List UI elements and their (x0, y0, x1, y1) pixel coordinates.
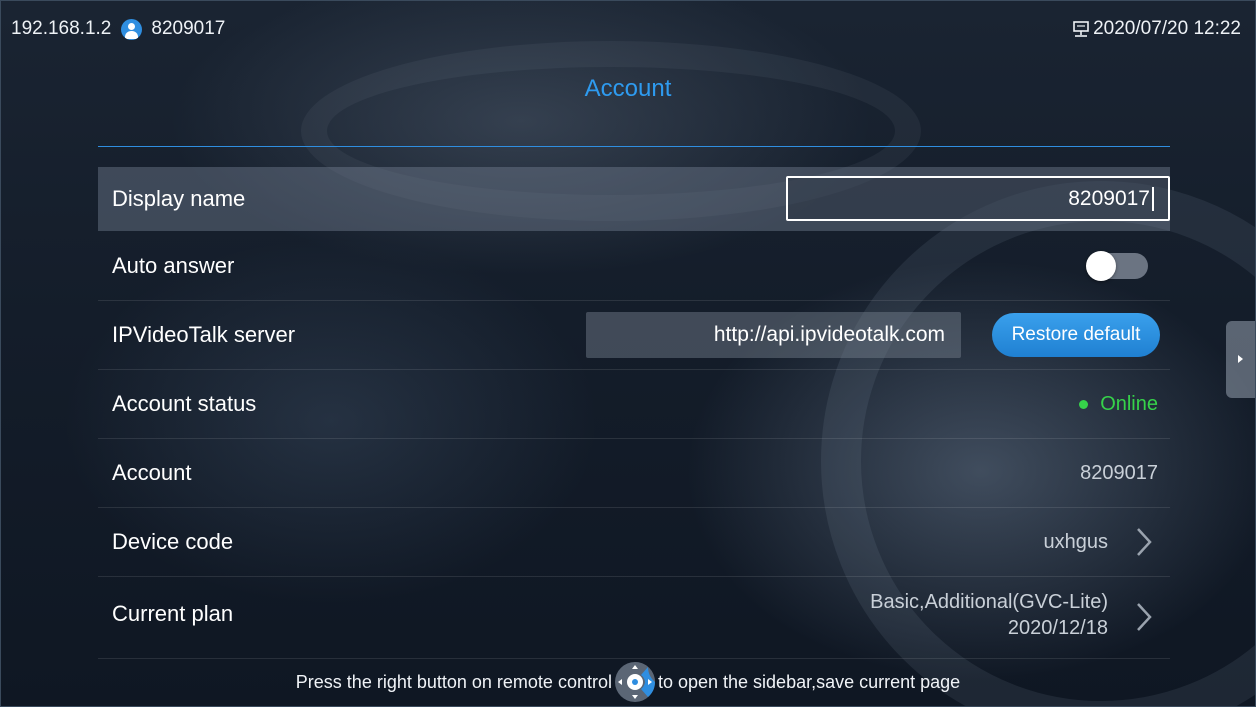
remote-dpad-icon (614, 662, 655, 702)
account-status-row: Account status Online (98, 370, 1170, 439)
display-name-row[interactable]: Display name 8209017 (98, 167, 1170, 231)
hint-bar: Press the right button on remote control… (1, 657, 1255, 706)
ethernet-icon (1073, 21, 1089, 37)
auto-answer-toggle[interactable] (1086, 251, 1148, 281)
server-row[interactable]: IPVideoTalk server http://api.ipvideotal… (98, 301, 1170, 370)
server-label: IPVideoTalk server (112, 322, 296, 347)
account-label: Account (112, 460, 192, 485)
device-code-label: Device code (112, 529, 234, 554)
account-settings-screen: 192.168.1.2 8209017 2020/07/20 12:22 Acc… (0, 0, 1256, 707)
page-title: Account (584, 75, 672, 102)
account-number: 8209017 (151, 18, 226, 39)
current-plan-value: Basic,Additional(GVC-Lite) 2020/12/18 (870, 589, 1108, 641)
server-input[interactable]: http://api.ipvideotalk.com (586, 312, 961, 358)
chevron-right-icon (1137, 528, 1152, 556)
account-status-label: Account status (112, 391, 257, 416)
account-value: 8209017 (1080, 461, 1158, 484)
account-status-text: Online (1100, 392, 1158, 415)
chevron-right-icon (1137, 603, 1152, 631)
display-name-label: Display name (112, 186, 246, 211)
online-dot-icon (1079, 399, 1089, 409)
device-code-row[interactable]: Device code uxhgus (98, 508, 1170, 577)
ip-address: 192.168.1.2 (11, 18, 112, 39)
display-name-value: 8209017 (1068, 187, 1150, 210)
account-row: Account 8209017 (98, 439, 1170, 508)
toggle-knob (1086, 251, 1116, 281)
status-left-group: 192.168.1.2 8209017 (11, 18, 225, 40)
restore-default-button[interactable]: Restore default (992, 313, 1160, 357)
device-code-value: uxhgus (1043, 531, 1109, 553)
sidebar-handle[interactable] (1226, 321, 1255, 398)
arrow-right-icon (1238, 355, 1243, 363)
user-icon (121, 18, 143, 40)
hint-text-after: to open the sidebar,save current page (657, 671, 961, 692)
current-plan-expiry: 2020/12/18 (1007, 617, 1108, 639)
auto-answer-label: Auto answer (112, 253, 235, 278)
display-name-input[interactable]: 8209017 (786, 176, 1170, 221)
title-divider (98, 146, 1170, 147)
hint-text-before: Press the right button on remote control (295, 671, 612, 692)
current-plan-name: Basic,Additional(GVC-Lite) (870, 591, 1108, 613)
current-plan-row[interactable]: Current plan Basic,Additional(GVC-Lite) … (98, 577, 1170, 659)
current-plan-label: Current plan (112, 601, 234, 626)
text-caret (1152, 187, 1154, 212)
date-time: 2020/07/20 12:22 (1093, 18, 1241, 39)
account-status-value: Online (1079, 393, 1158, 416)
status-right-group: 2020/07/20 12:22 (1072, 18, 1241, 40)
auto-answer-row[interactable]: Auto answer (98, 232, 1170, 301)
settings-list: Display name 8209017 Auto answer IPVideo… (98, 167, 1170, 659)
status-bar: 192.168.1.2 8209017 2020/07/20 12:22 (1, 1, 1255, 57)
